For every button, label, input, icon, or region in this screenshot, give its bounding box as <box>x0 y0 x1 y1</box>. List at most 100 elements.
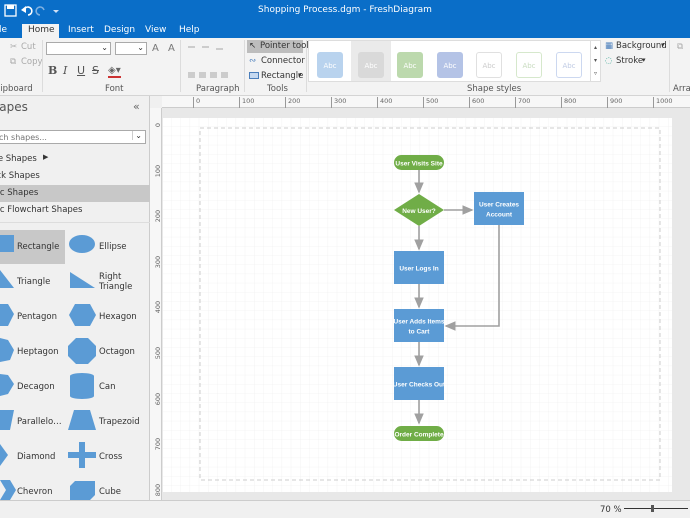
shape-style-2[interactable]: Abc <box>358 52 384 78</box>
background-icon: ▦ <box>605 41 614 51</box>
shape-style-1[interactable]: Abc <box>317 52 343 78</box>
node-label: Account <box>486 212 513 219</box>
zoom-slider[interactable] <box>624 504 688 514</box>
cut-icon: ✂ <box>10 42 18 52</box>
search-shapes-field[interactable]: ⌄ <box>0 130 146 144</box>
shapes-panel: Shapes « ⌄ More Shapes ▶ Quick Shapes Basic… <box>0 96 150 500</box>
shape-category[interactable]: Basic Shapes <box>0 185 150 202</box>
cut-button[interactable]: Cut <box>21 42 36 52</box>
category-label: Quick Shapes <box>0 171 40 181</box>
right-triangle-icon <box>70 272 95 288</box>
tab-insert[interactable]: Insert <box>62 24 100 36</box>
zoom-slider-thumb[interactable] <box>651 505 654 512</box>
search-input[interactable] <box>0 131 131 143</box>
shape-item-octagon[interactable]: Octagon <box>99 347 135 357</box>
shape-item-diamond[interactable]: Diamond <box>17 452 55 462</box>
node-checkout[interactable]: User Checks Out <box>393 367 446 400</box>
cube-icon <box>70 481 95 500</box>
bold-button[interactable]: B <box>48 64 57 77</box>
background-button[interactable]: Background <box>616 41 667 51</box>
grow-font-icon[interactable]: A <box>152 43 159 54</box>
arrange-icon[interactable]: ⧉ <box>677 42 683 52</box>
ruler-tick-label: 0 <box>154 122 162 128</box>
shape-category[interactable]: Quick Shapes <box>0 168 150 185</box>
node-start[interactable]: User Visits Site <box>394 155 444 170</box>
strikethrough-button[interactable]: S <box>92 64 99 77</box>
shape-item-hexagon[interactable]: Hexagon <box>99 312 137 322</box>
shape-item-rectangle[interactable]: Rectangle <box>17 242 59 252</box>
tab-home[interactable]: Home <box>22 24 59 38</box>
shape-item-pentagon[interactable]: Pentagon <box>17 312 57 322</box>
shape-item-decagon[interactable]: Decagon <box>17 382 55 392</box>
copy-icon: ⧉ <box>10 57 17 67</box>
node-add[interactable]: User Adds Items to Cart <box>393 309 445 342</box>
tab-file[interactable]: File <box>0 24 13 36</box>
shape-item-chevron[interactable]: Chevron <box>17 487 52 497</box>
node-end[interactable]: Order Complete <box>394 426 444 441</box>
ruler-tick-label: 500 <box>154 346 162 360</box>
collapse-panel-icon[interactable]: « <box>133 100 140 113</box>
shrink-font-icon[interactable]: A <box>168 43 175 54</box>
chevron-icon <box>0 480 16 500</box>
rectangle-dropdown-icon[interactable]: ▾ <box>298 71 302 79</box>
copy-button[interactable]: Copy <box>21 57 43 67</box>
stroke-dropdown-icon[interactable]: ▾ <box>642 56 646 64</box>
pentagon-icon <box>0 304 14 326</box>
gallery-scroll[interactable]: ▴ ▾ ▿ <box>590 41 600 81</box>
font-family-select[interactable]: ⌄ <box>46 42 111 55</box>
ruler-tick-label: 600 <box>469 97 484 108</box>
shape-item-heptagon[interactable]: Heptagon <box>17 347 59 357</box>
rectangle-tool-button[interactable]: Rectangle <box>261 71 303 81</box>
diagram-svg[interactable]: User Visits Site New User? User Creates Acc… <box>162 108 690 500</box>
ellipse-icon <box>69 235 95 253</box>
chevron-down-icon[interactable]: ⌄ <box>132 131 144 140</box>
parallelogram-icon <box>0 410 14 430</box>
triangle-icon <box>0 270 14 288</box>
shape-category[interactable]: Basic Flowchart Shapes <box>0 202 150 219</box>
ruler-tick-label: 100 <box>154 164 162 177</box>
heptagon-icon <box>0 338 14 362</box>
tab-view[interactable]: View <box>139 24 172 36</box>
ruler-tick-label: 0 <box>193 97 200 108</box>
horizontal-ruler: 0 100 200 300 400 500 600 700 800 900 1000 <box>162 96 690 108</box>
node-login[interactable]: User Logs In <box>394 251 444 284</box>
font-size-select[interactable]: ⌄ <box>115 42 147 55</box>
node-label: to Cart <box>409 329 431 336</box>
shape-category[interactable]: More Shapes ▶ <box>0 151 150 168</box>
rectangle-icon <box>0 235 14 252</box>
zoom-level: 70 % <box>600 505 622 515</box>
status-bar: 70 % <box>0 500 690 518</box>
shape-item-cube[interactable]: Cube <box>99 487 121 497</box>
shape-item-parallelogram[interactable]: Parallelogram <box>17 417 65 427</box>
connector-button[interactable]: Connector <box>261 56 305 66</box>
italic-button[interactable]: I <box>63 64 67 77</box>
shape-style-6[interactable]: Abc <box>516 52 542 78</box>
category-label: More Shapes <box>0 154 37 164</box>
shape-styles-gallery: Abc Abc Abc Abc Abc Abc Abc ▴ ▾ ▿ <box>308 40 601 82</box>
ruler-tick-label: 300 <box>154 255 162 269</box>
ruler-tick-label: 300 <box>331 97 346 108</box>
shape-style-5[interactable]: Abc <box>476 52 502 78</box>
shape-item-cross[interactable]: Cross <box>99 452 122 462</box>
pointer-tool-button[interactable]: ↖ Pointer tool <box>247 40 309 53</box>
background-dropdown-icon[interactable]: ▾ <box>661 41 665 49</box>
node-create[interactable]: User Creates Account <box>474 192 524 225</box>
shape-item-can[interactable]: Can <box>99 382 116 392</box>
diagram-canvas[interactable]: User Visits Site New User? User Creates Acc… <box>162 108 690 500</box>
stroke-button[interactable]: Stroke <box>616 56 643 66</box>
shape-style-7[interactable]: Abc <box>556 52 582 78</box>
tab-design[interactable]: Design <box>98 24 141 36</box>
shape-style-3[interactable]: Abc <box>397 52 423 78</box>
shape-item-ellipse[interactable]: Ellipse <box>99 242 127 252</box>
shape-style-4[interactable]: Abc <box>437 52 463 78</box>
underline-button[interactable]: U <box>77 64 85 77</box>
shape-item-right-triangle[interactable]: Right Triangle <box>99 272 139 292</box>
decagon-icon <box>0 374 14 396</box>
paragraph-align-icons[interactable] <box>186 44 236 84</box>
shape-item-triangle[interactable]: Triangle <box>17 277 50 287</box>
category-label: Basic Flowchart Shapes <box>0 205 83 215</box>
shape-item-trapezoid[interactable]: Trapezoid <box>99 417 140 427</box>
octagon-icon <box>68 338 96 364</box>
fill-color-icon[interactable]: ◈▾ <box>108 65 121 78</box>
tab-help[interactable]: Help <box>173 24 206 36</box>
